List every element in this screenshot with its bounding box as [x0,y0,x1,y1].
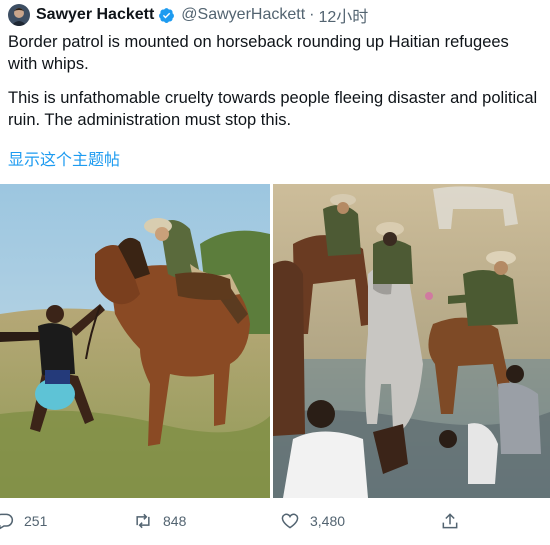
reply-icon [0,513,14,530]
timestamp[interactable]: 12小时 [318,3,368,27]
tweet-paragraph-1: Border patrol is mounted on horseback ro… [8,33,509,73]
verified-badge-icon [158,7,175,24]
share-icon [442,513,458,529]
heart-icon [281,513,299,529]
avatar[interactable] [8,4,30,26]
retweet-icon [136,513,150,529]
photo-right[interactable] [273,184,550,498]
author-name[interactable]: Sawyer Hackett [36,6,154,24]
like-count: 3,480 [310,513,346,529]
like-button[interactable]: 3,480 [280,506,345,536]
show-thread-link[interactable]: 显示这个主题帖 [8,146,120,170]
reply-button[interactable]: 251 [0,506,47,536]
tweet-actions: 251 848 3,480 [0,506,550,536]
tweet-header: Sawyer Hackett @SawyerHackett · 12小时 [8,2,368,28]
separator-dot: · [309,6,315,23]
share-button[interactable] [440,506,470,536]
tweet-text: Border patrol is mounted on horseback ro… [8,31,538,131]
retweet-count: 848 [163,513,187,529]
tweet-paragraph-2: This is unfathomable cruelty towards peo… [8,89,538,129]
author-handle[interactable]: @SawyerHackett [181,6,305,24]
reply-count: 251 [24,513,48,529]
media-grid[interactable] [0,184,550,498]
retweet-button[interactable]: 848 [133,506,186,536]
tweet: Sawyer Hackett @SawyerHackett · 12小时 Bor… [0,0,550,545]
photo-left[interactable] [0,184,270,498]
